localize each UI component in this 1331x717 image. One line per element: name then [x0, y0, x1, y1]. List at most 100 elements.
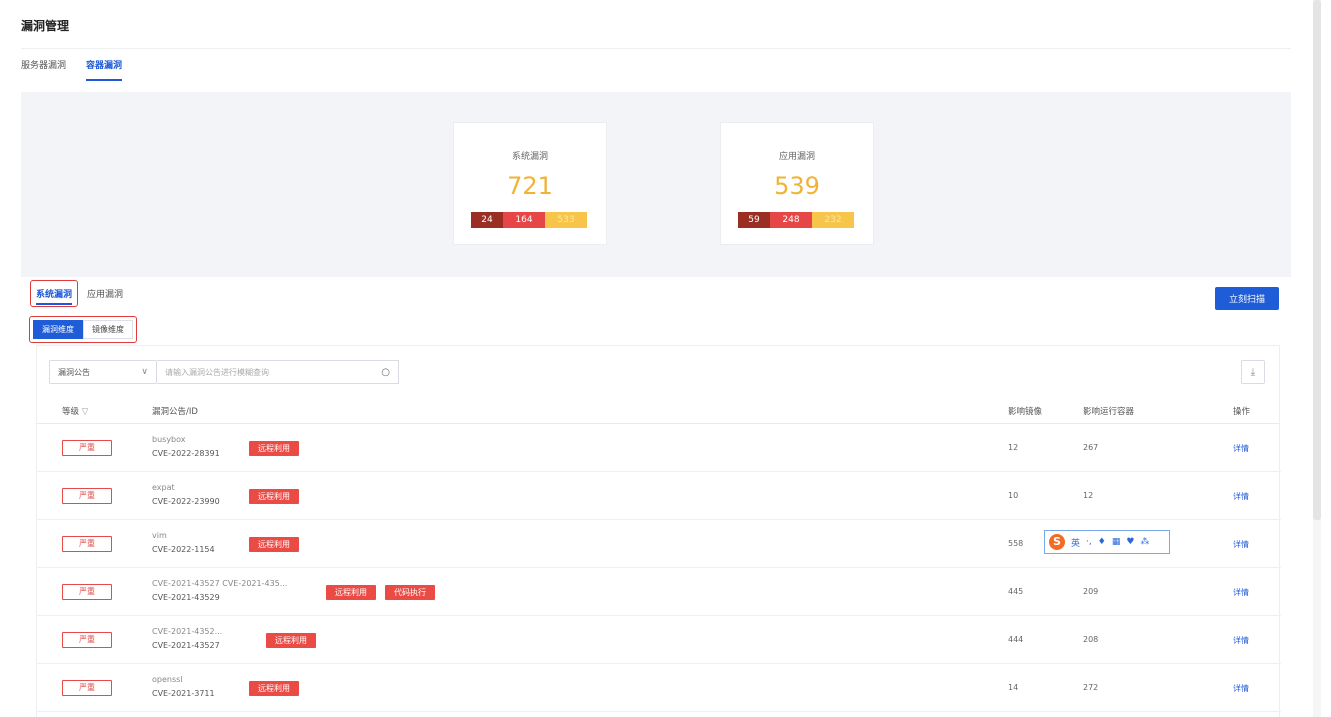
tab-container-vulns[interactable]: 容器漏洞 [86, 58, 123, 81]
vuln-cve: CVE-2022-28391 [152, 449, 220, 458]
image-dimension-button[interactable]: 镜像维度 [83, 320, 133, 339]
filter-select-value: 漏洞公告 [58, 367, 90, 377]
code-execution-tag: 代码执行 [385, 585, 435, 600]
table-row: 严重 busybox CVE-2022-28391 远程利用 12 267 详情 [37, 424, 1281, 472]
tab-server-vulns[interactable]: 服务器漏洞 [21, 58, 66, 81]
filter-row: 漏洞公告 ∨ ○ [49, 360, 399, 384]
vuln-name: vim [152, 531, 167, 540]
sogou-logo-icon[interactable]: S [1049, 534, 1065, 550]
vuln-notice: vim CVE-2022-1154 [152, 529, 215, 557]
ime-language-toggle[interactable]: 英 [1071, 536, 1080, 549]
affected-containers: 209 [1083, 587, 1099, 596]
skin-icon[interactable]: ♥ [1126, 537, 1134, 547]
chevron-down-icon: ∨ [141, 367, 148, 377]
system-vuln-bar: 24 164 533 [471, 212, 587, 228]
table-row: 严重 expat CVE-2022-23990 远程利用 10 12 详情 [37, 472, 1281, 520]
toolbox-icon[interactable]: ⁂ [1140, 537, 1149, 547]
affected-images: 12 [1008, 443, 1019, 452]
affected-images: 14 [1008, 683, 1019, 692]
filter-select[interactable]: 漏洞公告 ∨ [49, 360, 157, 384]
subtab-app-vulns[interactable]: 应用漏洞 [82, 281, 128, 306]
vuln-dimension-button[interactable]: 漏洞维度 [33, 320, 83, 339]
system-vuln-card: 系统漏洞 721 24 164 533 [453, 122, 607, 245]
severity-badge: 严重 [62, 536, 112, 552]
microphone-icon[interactable]: ♦ [1098, 537, 1106, 547]
system-critical-count: 24 [471, 212, 503, 228]
severity-badge: 严重 [62, 440, 112, 456]
scan-now-button[interactable]: 立刻扫描 [1215, 287, 1279, 310]
remote-exploit-tag: 远程利用 [249, 489, 299, 504]
vuln-notice: CVE-2021-4352... CVE-2021-43527 [152, 625, 222, 653]
remote-exploit-tag: 远程利用 [326, 585, 376, 600]
vuln-name: openssl [152, 675, 183, 684]
affected-images: 445 [1008, 587, 1024, 596]
severity-badge: 严重 [62, 488, 112, 504]
affected-images: 10 [1008, 491, 1019, 500]
remote-exploit-tag: 远程利用 [249, 537, 299, 552]
sub-tabs: 系统漏洞 应用漏洞 [30, 278, 128, 308]
vuln-tags: 远程利用 [249, 681, 299, 696]
remote-exploit-tag: 远程利用 [249, 681, 299, 696]
table-row: 严重 CVE-2021-43527 CVE-2021-435... CVE-20… [37, 568, 1281, 616]
vuln-cve: CVE-2022-1154 [152, 545, 215, 554]
vuln-name: busybox [152, 435, 186, 444]
affected-containers: 12 [1083, 491, 1094, 500]
detail-link[interactable]: 详情 [1233, 683, 1249, 694]
vuln-name: expat [152, 483, 175, 492]
app-high-count: 248 [770, 212, 812, 228]
app-medium-count: 232 [812, 212, 854, 228]
detail-link[interactable]: 详情 [1233, 587, 1249, 598]
download-icon[interactable]: ⤓ [1241, 360, 1265, 384]
search-icon[interactable]: ○ [381, 367, 390, 378]
affected-containers: 267 [1083, 443, 1099, 452]
header-level-label: 等级 [62, 407, 80, 417]
detail-link[interactable]: 详情 [1233, 491, 1249, 502]
remote-exploit-tag: 远程利用 [249, 441, 299, 456]
vuln-cve: CVE-2021-43527 [152, 641, 220, 650]
vuln-tags: 远程利用 代码执行 [326, 585, 435, 600]
vuln-cve: CVE-2022-23990 [152, 497, 220, 506]
affected-containers: 272 [1083, 683, 1099, 692]
vuln-tags: 远程利用 [249, 537, 299, 552]
detail-link[interactable]: 详情 [1233, 443, 1249, 454]
summary-panel: 系统漏洞 721 24 164 533 应用漏洞 539 59 248 232 [21, 92, 1291, 277]
system-high-count: 164 [503, 212, 545, 228]
vuln-notice: expat CVE-2022-23990 [152, 481, 220, 509]
keyboard-icon[interactable]: ▦ [1112, 537, 1121, 547]
header-level[interactable]: 等级 ▽ [62, 405, 88, 417]
table-row: 严重 CVE-2021-4352... CVE-2021-43527 远程利用 … [37, 616, 1281, 664]
vuln-name: CVE-2021-43527 CVE-2021-435... [152, 579, 288, 588]
subtab-system-label: 系统漏洞 [36, 289, 73, 305]
remote-exploit-tag: 远程利用 [266, 633, 316, 648]
affected-containers: 208 [1083, 635, 1099, 644]
app-vuln-total: 539 [774, 172, 820, 200]
scrollbar-thumb[interactable] [1313, 0, 1321, 520]
vuln-name: CVE-2021-4352... [152, 627, 223, 636]
system-medium-count: 533 [545, 212, 587, 228]
vuln-tags: 远程利用 [249, 489, 299, 504]
app-vuln-label: 应用漏洞 [778, 152, 815, 162]
vuln-cve: CVE-2021-3711 [152, 689, 215, 698]
vuln-notice: CVE-2021-43527 CVE-2021-435... CVE-2021-… [152, 577, 287, 605]
ime-punctuation-icon[interactable]: ·, [1086, 537, 1092, 547]
search-input[interactable] [165, 367, 382, 377]
title-divider [21, 48, 1291, 49]
vuln-notice: busybox CVE-2022-28391 [152, 433, 220, 461]
app-vuln-bar: 59 248 232 [738, 212, 854, 228]
detail-link[interactable]: 详情 [1233, 539, 1249, 550]
table-row: 严重 openssl CVE-2021-3711 远程利用 14 272 详情 [37, 664, 1281, 712]
header-notice: 漏洞公告/ID [152, 407, 198, 417]
severity-badge: 严重 [62, 680, 112, 696]
filter-icon[interactable]: ▽ [82, 407, 89, 417]
subtab-system-vulns[interactable]: 系统漏洞 [30, 279, 79, 307]
vuln-tags: 远程利用 [249, 441, 299, 456]
ime-toolbar: S 英 ·, ♦ ▦ ♥ ⁂ [1044, 530, 1170, 554]
system-vuln-total: 721 [507, 172, 553, 200]
detail-link[interactable]: 详情 [1233, 635, 1249, 646]
app-critical-count: 59 [738, 212, 770, 228]
header-containers: 影响运行容器 [1083, 407, 1135, 417]
dimension-toggle: 漏洞维度 镜像维度 [29, 316, 137, 343]
affected-images: 558 [1008, 539, 1024, 548]
app-vuln-card: 应用漏洞 539 59 248 232 [720, 122, 874, 245]
system-vuln-label: 系统漏洞 [511, 152, 548, 162]
